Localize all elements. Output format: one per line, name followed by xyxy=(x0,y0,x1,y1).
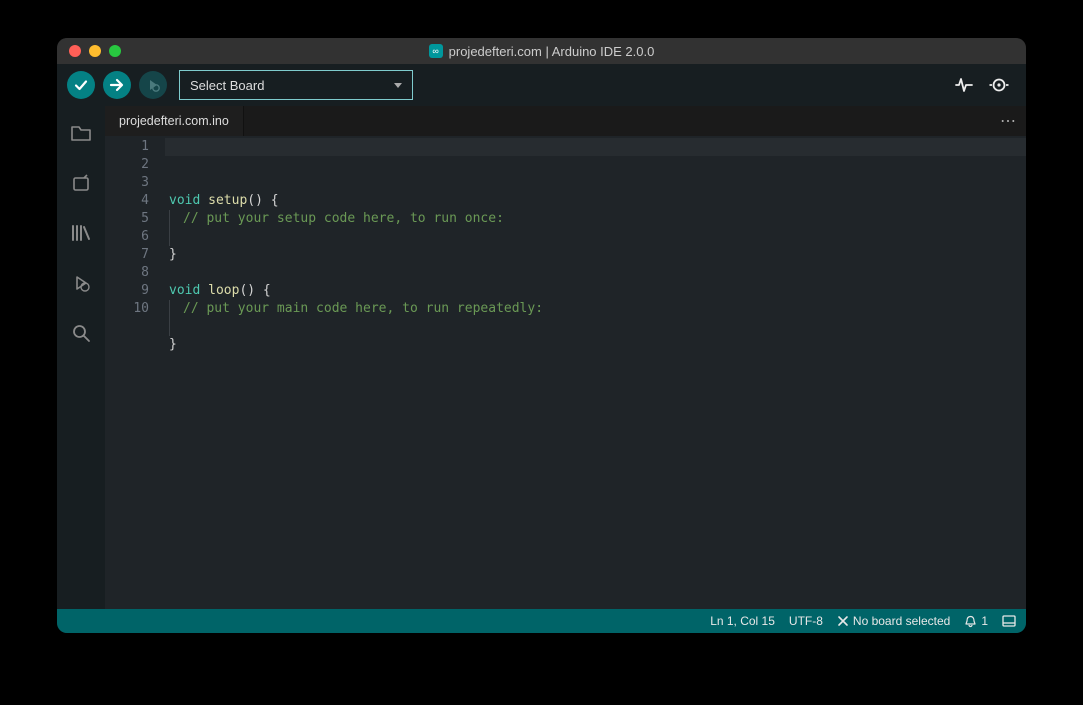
search-panel-button[interactable] xyxy=(70,322,92,344)
select-board-label: Select Board xyxy=(190,78,264,93)
bell-icon xyxy=(964,615,977,628)
close-window-button[interactable] xyxy=(69,45,81,57)
search-icon xyxy=(70,322,92,344)
verify-button[interactable] xyxy=(67,71,95,99)
folder-icon xyxy=(70,122,92,144)
tab-label: projedefteri.com.ino xyxy=(119,114,229,128)
current-line-highlight xyxy=(165,138,1026,156)
encoding[interactable]: UTF-8 xyxy=(789,614,823,628)
window-title-group: ∞ projedefteri.com | Arduino IDE 2.0.0 xyxy=(57,44,1026,59)
board-icon xyxy=(70,172,92,194)
serial-monitor-icon xyxy=(988,75,1010,95)
play-debug-icon xyxy=(145,77,161,93)
toolbar: Select Board xyxy=(57,64,1026,106)
maximize-window-button[interactable] xyxy=(109,45,121,57)
chevron-down-icon xyxy=(394,83,402,88)
minimize-window-button[interactable] xyxy=(89,45,101,57)
pulse-icon xyxy=(954,75,974,95)
editor-more-button[interactable]: ⋯ xyxy=(1000,106,1026,136)
code-editor[interactable]: 12345678910 void setup() {// put your se… xyxy=(105,136,1026,609)
line-gutter: 12345678910 xyxy=(105,136,165,609)
panel-icon xyxy=(1002,615,1016,627)
traffic-lights xyxy=(57,45,121,57)
debug-icon xyxy=(70,272,92,294)
select-board-dropdown[interactable]: Select Board xyxy=(179,70,413,100)
app-window: ∞ projedefteri.com | Arduino IDE 2.0.0 S… xyxy=(57,38,1026,633)
notifications[interactable]: 1 xyxy=(964,614,988,628)
arrow-right-icon xyxy=(109,77,125,93)
debug-button[interactable] xyxy=(139,71,167,99)
boards-manager-button[interactable] xyxy=(70,172,92,194)
arduino-app-icon: ∞ xyxy=(429,44,443,58)
x-icon xyxy=(837,615,849,627)
serial-plotter-button[interactable] xyxy=(954,75,974,95)
cursor-position[interactable]: Ln 1, Col 15 xyxy=(710,614,775,628)
activity-bar xyxy=(57,106,105,609)
toggle-panel-button[interactable] xyxy=(1002,615,1016,627)
debug-panel-button[interactable] xyxy=(70,272,92,294)
titlebar: ∞ projedefteri.com | Arduino IDE 2.0.0 xyxy=(57,38,1026,64)
tab-active[interactable]: projedefteri.com.ino xyxy=(105,106,244,136)
statusbar: Ln 1, Col 15 UTF-8 No board selected 1 xyxy=(57,609,1026,633)
more-icon: ⋯ xyxy=(1000,111,1016,131)
board-status[interactable]: No board selected xyxy=(837,614,950,628)
check-icon xyxy=(73,77,89,93)
sketchbook-button[interactable] xyxy=(70,122,92,144)
library-manager-button[interactable] xyxy=(70,222,92,244)
code-content[interactable]: void setup() {// put your setup code her… xyxy=(165,136,1026,609)
window-title: projedefteri.com | Arduino IDE 2.0.0 xyxy=(449,44,655,59)
serial-monitor-button[interactable] xyxy=(988,75,1010,95)
upload-button[interactable] xyxy=(103,71,131,99)
editor-tabs: projedefteri.com.ino ⋯ xyxy=(105,106,1026,136)
books-icon xyxy=(70,222,92,244)
editor-area: projedefteri.com.ino ⋯ 12345678910 void … xyxy=(105,106,1026,609)
